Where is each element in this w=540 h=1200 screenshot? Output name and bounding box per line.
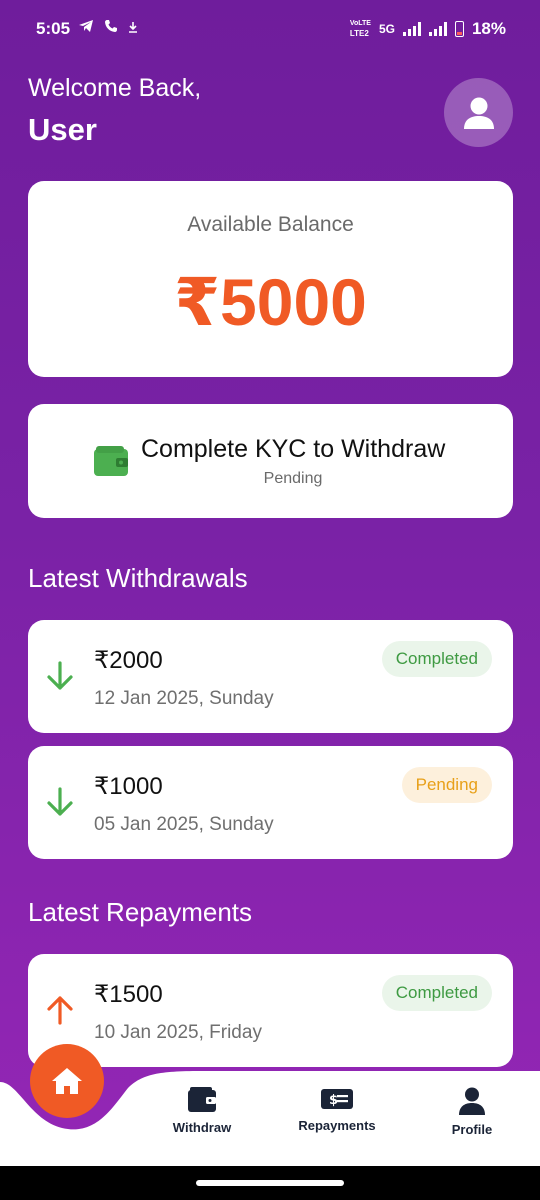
user-name: User: [28, 112, 97, 147]
withdrawal-amount: ₹2000: [94, 647, 163, 674]
withdrawal-date: 12 Jan 2025, Sunday: [94, 688, 274, 709]
nav-repayments[interactable]: $ Repayments: [277, 1087, 397, 1133]
nav-label: Repayments: [298, 1118, 376, 1133]
status-system-icons: VoLTE LTE2 5G 18%: [350, 19, 506, 39]
repayment-date: 10 Jan 2025, Friday: [94, 1022, 262, 1043]
money-bill-icon: $: [321, 1089, 353, 1109]
signal-icon-2: [428, 22, 447, 36]
balance-amount: ₹5000: [174, 265, 367, 339]
battery-icon: [454, 21, 464, 37]
repayment-amount: ₹1500: [94, 981, 163, 1008]
network-type-label: 5G: [378, 22, 395, 36]
telegram-icon: [78, 18, 94, 38]
kyc-status: Pending: [263, 470, 323, 487]
volte-indicator: VoLTE LTE2: [349, 20, 371, 38]
balance-label: Available Balance: [187, 213, 354, 236]
person-icon: [459, 1087, 485, 1115]
person-icon: [463, 97, 494, 129]
wallet-icon: [94, 446, 128, 481]
arrow-down-icon: [46, 786, 74, 823]
nav-withdraw[interactable]: Withdraw: [142, 1087, 262, 1135]
repayment-row[interactable]: ₹1500 10 Jan 2025, Friday Completed: [28, 954, 513, 1067]
balance-card: Available Balance ₹5000: [28, 181, 513, 377]
home-button[interactable]: [30, 1044, 104, 1118]
nav-label: Withdraw: [172, 1120, 232, 1135]
nav-profile[interactable]: Profile: [412, 1087, 532, 1137]
status-badge: Completed: [381, 641, 492, 677]
signal-icon: [402, 22, 421, 36]
battery-percent: 18%: [471, 19, 506, 38]
status-time: 5:05: [36, 19, 71, 38]
status-badge: Pending: [401, 767, 492, 803]
wallet-icon: [188, 1087, 216, 1112]
repayments-section-title: Latest Repayments: [28, 897, 253, 927]
withdrawal-amount: ₹1000: [94, 773, 163, 800]
app-screen: 5:05 VoLTE LTE2 5G 18% Welcome Back, Use…: [0, 0, 540, 1166]
phone-icon: [104, 18, 118, 38]
kyc-title: Complete KYC to Withdraw: [141, 435, 446, 463]
withdrawal-row[interactable]: ₹2000 12 Jan 2025, Sunday Completed: [28, 620, 513, 733]
withdrawals-section-title: Latest Withdrawals: [28, 563, 248, 593]
status-bar: 5:05 VoLTE LTE2 5G 18%: [0, 0, 540, 58]
withdrawal-row[interactable]: ₹1000 05 Jan 2025, Sunday Pending: [28, 746, 513, 859]
download-icon: [128, 18, 138, 38]
status-badge: Completed: [381, 975, 492, 1011]
kyc-card[interactable]: Complete KYC to Withdraw Pending: [28, 404, 513, 518]
arrow-down-icon: [46, 660, 74, 697]
arrow-up-icon: [46, 994, 74, 1031]
avatar-button[interactable]: [444, 78, 513, 147]
nav-label: Profile: [451, 1122, 493, 1137]
withdrawal-date: 05 Jan 2025, Sunday: [94, 814, 274, 835]
home-icon: [52, 1068, 82, 1094]
status-notification-icons: [78, 18, 138, 38]
svg-text:$: $: [329, 1093, 338, 1108]
welcome-text: Welcome Back,: [28, 74, 202, 102]
gesture-handle[interactable]: [196, 1180, 344, 1186]
